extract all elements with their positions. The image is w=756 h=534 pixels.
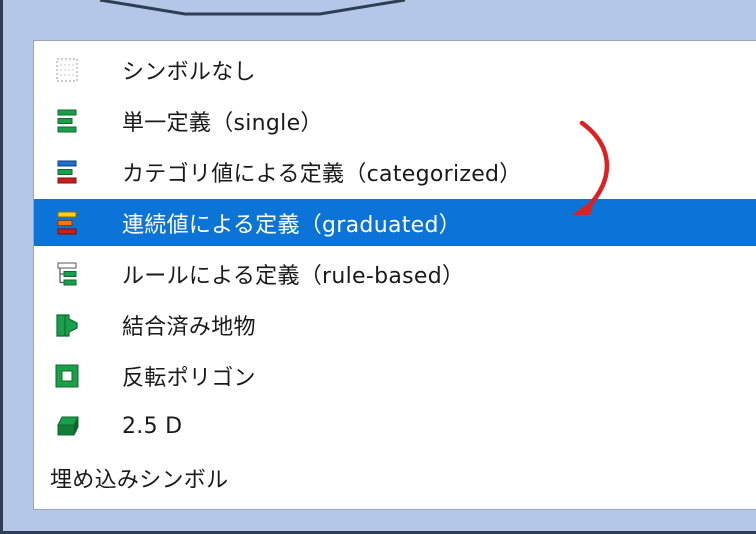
inverted-polygon-icon [55,364,79,387]
menu-item-label: ルールによる定義（rule-based） [122,263,465,289]
menu-item-merged-features[interactable]: 結合済み地物 [34,301,756,348]
menu-item-label: 結合済み地物 [122,314,256,340]
menu-item-embedded-symbols[interactable]: 埋め込みシンボル [34,454,756,501]
menu-item-categorized[interactable]: カテゴリ値による定義（categorized） [34,148,756,195]
menu-item-label: 2.5 D [122,414,183,439]
menu-item-single[interactable]: 単一定義（single） [34,97,756,144]
menu-item-label: 反転ポリゴン [122,365,256,391]
graduated-icon [57,211,77,234]
2-5d-icon [57,416,79,435]
menu-item-rule-based[interactable]: ルールによる定義（rule-based） [34,250,756,297]
no-symbol-icon [56,57,78,82]
menu-item-inverted-polygon[interactable]: 反転ポリゴン [34,352,756,399]
single-symbol-icon [57,109,77,132]
menu-item-label: 単一定義（single） [122,110,323,136]
menu-item-label: カテゴリ値による定義（categorized） [122,161,522,187]
merged-features-icon [56,313,78,337]
menu-item-2-5d[interactable]: 2.5 D [34,403,756,450]
menu-item-no-symbol[interactable]: シンボルなし [34,46,756,93]
menu-item-label: 連続値による定義（graduated） [122,212,462,238]
menu-item-label: シンボルなし [122,59,256,85]
renderer-dropdown-menu: シンボルなし 単一定義（single） カテゴリ値による定義（categoriz… [33,40,756,510]
menu-item-label: 埋め込みシンボル [50,467,229,493]
menu-item-graduated[interactable]: 連続値による定義（graduated） [34,199,756,246]
rule-based-icon [57,262,77,285]
categorized-icon [57,160,77,183]
callout-pointer [99,0,406,16]
